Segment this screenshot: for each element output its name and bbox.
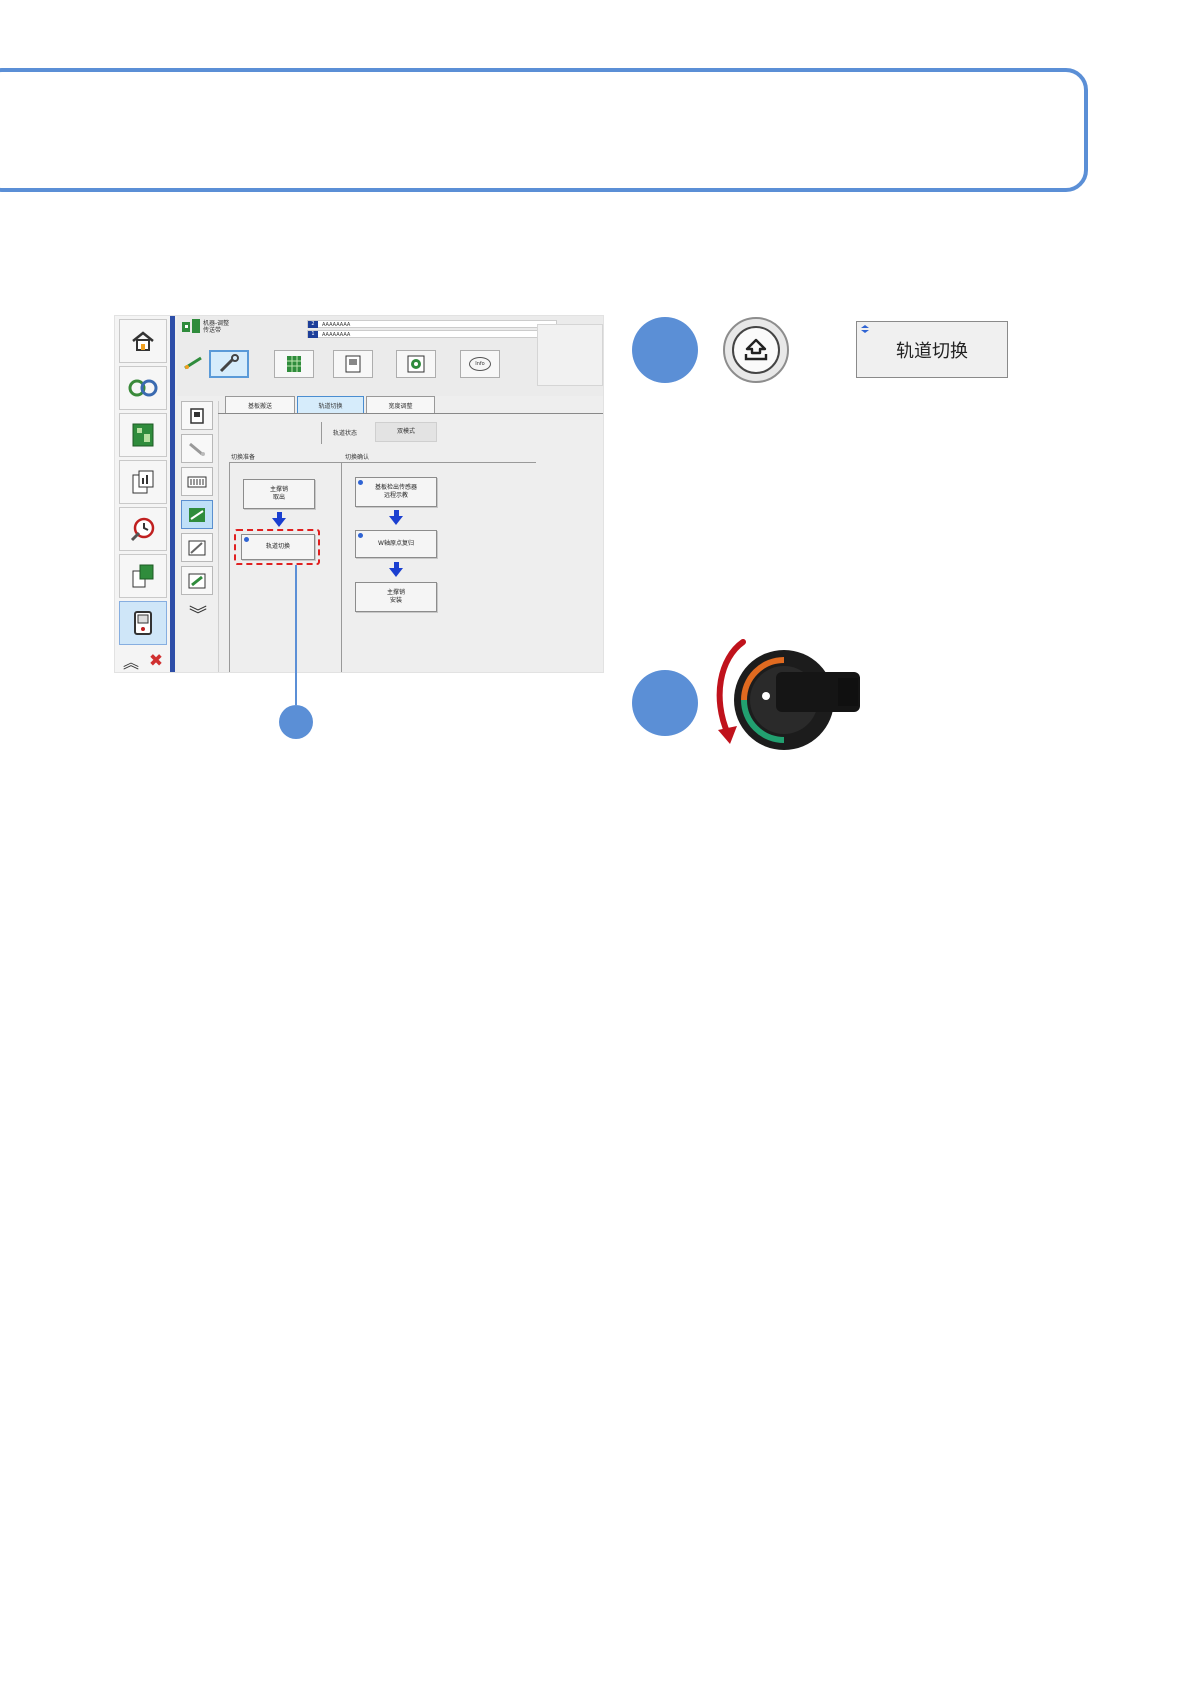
link-icon — [184, 356, 202, 370]
rotary-switch[interactable] — [710, 638, 860, 758]
machine-id-2-number: 1 — [308, 331, 318, 338]
prep-section-rule — [229, 462, 341, 463]
header-title-line2: 传送带 — [203, 327, 222, 334]
subbar-nozzle-button[interactable] — [181, 434, 213, 463]
subbar-conveyor-button[interactable] — [181, 500, 213, 529]
sensor-teach-button[interactable]: 基板检出传感器 远程示教 — [355, 477, 437, 507]
confirm-arrow-icon-2 — [389, 568, 403, 577]
grid-icon — [287, 356, 301, 372]
subbar-page-button[interactable] — [181, 401, 213, 430]
rail-switch-label: 轨道切换 — [265, 543, 290, 550]
home-icon — [132, 331, 154, 351]
camera-icon — [188, 540, 206, 555]
close-icon: ✖ — [148, 651, 164, 671]
production-button[interactable] — [119, 554, 167, 598]
subbar-feeder-button[interactable] — [181, 467, 213, 496]
blue-mark-icon — [358, 480, 363, 485]
cancel-button[interactable]: ✖ — [144, 649, 168, 672]
prep-arrow-icon — [272, 518, 286, 527]
header-blank-panel — [537, 324, 603, 386]
machine-id-2: 1 AAAAAAAA — [307, 330, 557, 338]
sensor-teach-label: 基板检出传感器 远程示教 — [374, 484, 417, 499]
home-key-face — [732, 326, 780, 374]
device-icon — [134, 611, 152, 635]
alarm-button[interactable] — [119, 507, 167, 551]
w-axis-home-button[interactable]: W轴原点复归 — [355, 530, 437, 558]
tab-board-transfer[interactable]: 基板搬送 — [225, 396, 295, 414]
tools-icon — [128, 379, 158, 397]
rail-switch-callout-label: 轨道切换 — [896, 340, 968, 362]
scroll-up-button[interactable]: ︽ — [119, 649, 143, 672]
page-icon — [190, 407, 204, 424]
rail-switch-callout-button[interactable]: 轨道切换 — [856, 321, 1008, 378]
prep-section-left-rule — [229, 462, 230, 672]
tools-button[interactable] — [119, 366, 167, 410]
step-2-dot — [632, 670, 698, 736]
blue-mark-icon — [358, 533, 363, 538]
alarm-icon — [130, 517, 155, 542]
machine-id-2-value: AAAAAAAA — [322, 332, 351, 338]
conveyor-status-icon — [182, 319, 200, 335]
machine-id-1: 2 AAAAAAAA — [307, 320, 557, 328]
rail-status-value: 双模式 — [375, 422, 437, 442]
tab-baseline — [218, 413, 603, 414]
form-icon — [345, 355, 361, 373]
main-sidebar: ︽ ✖ — [115, 316, 170, 672]
status-divider — [321, 422, 322, 444]
toolbar-info-button[interactable]: Info — [460, 350, 500, 378]
report-button[interactable] — [119, 460, 167, 504]
machine-id-1-value: AAAAAAAA — [322, 322, 351, 328]
conveyor-icon — [189, 507, 205, 522]
header-title-line1: 机器-调整 — [203, 320, 230, 327]
report-icon — [132, 470, 154, 494]
home-button[interactable] — [119, 319, 167, 363]
tab-width-adjust[interactable]: 宽度调整 — [366, 396, 435, 414]
double-up-icon: ︽ — [122, 653, 139, 672]
subbar-scroll-down-button[interactable]: ︾ — [184, 601, 212, 626]
board-icon — [132, 423, 154, 447]
confirm-section-divider — [341, 462, 342, 672]
wrench-icon — [219, 354, 239, 373]
toolbar-wrench-button[interactable] — [209, 350, 249, 378]
toolbar-gear-button[interactable] — [396, 350, 436, 378]
rail-switch-button[interactable]: 轨道切换 — [241, 534, 315, 560]
remove-main-pin-button[interactable]: 主撑销 取出 — [243, 479, 315, 509]
production-icon — [132, 564, 154, 588]
sheet-icon — [188, 573, 206, 588]
sidebar-divider — [170, 316, 175, 672]
confirm-section-title: 切换确认 — [345, 454, 370, 461]
rail-status-label: 轨道状态 — [333, 430, 358, 437]
tab-rail-switch[interactable]: 轨道切换 — [297, 396, 364, 414]
confirm-arrow-icon-1 — [389, 516, 403, 525]
machine-ui-screenshot: ︽ ✖ 机器-调整 传送带 2 AAAAAAAA 1 AAAAAAAA Info… — [114, 315, 604, 673]
link-button[interactable] — [182, 352, 204, 374]
toolbar-form-button[interactable] — [333, 350, 373, 378]
blue-mark-icon — [861, 325, 869, 333]
title-frame — [0, 68, 1088, 192]
subbar-sheet-button[interactable] — [181, 566, 213, 595]
install-main-pin-button[interactable]: 主撑销 安装 — [355, 582, 437, 612]
machine-id-1-number: 2 — [308, 321, 318, 328]
w-axis-home-label: W轴原点复归 — [378, 540, 414, 547]
gear-icon — [407, 355, 425, 373]
blue-mark-icon — [244, 537, 249, 542]
rotary-switch-icon — [716, 639, 860, 750]
nozzle-icon — [189, 442, 205, 456]
step-1-dot — [632, 317, 698, 383]
home-arrow-icon — [744, 338, 768, 361]
sub-sidebar: ︾ — [178, 401, 219, 672]
home-key-button[interactable] — [723, 317, 789, 383]
toolbar-grid-button[interactable] — [274, 350, 314, 378]
subbar-camera-button[interactable] — [181, 533, 213, 562]
board-button[interactable] — [119, 413, 167, 457]
feeder-icon — [187, 476, 207, 487]
info-icon: Info — [469, 357, 491, 371]
device-button[interactable] — [119, 601, 167, 645]
double-down-icon: ︾ — [189, 605, 207, 626]
header: 机器-调整 传送带 2 AAAAAAAA 1 AAAAAAAA Info — [177, 316, 603, 396]
prep-section-title: 切换准备 — [231, 454, 256, 461]
confirm-section-rule — [341, 462, 536, 463]
callout-dot — [279, 705, 313, 739]
callout-line — [295, 565, 297, 705]
